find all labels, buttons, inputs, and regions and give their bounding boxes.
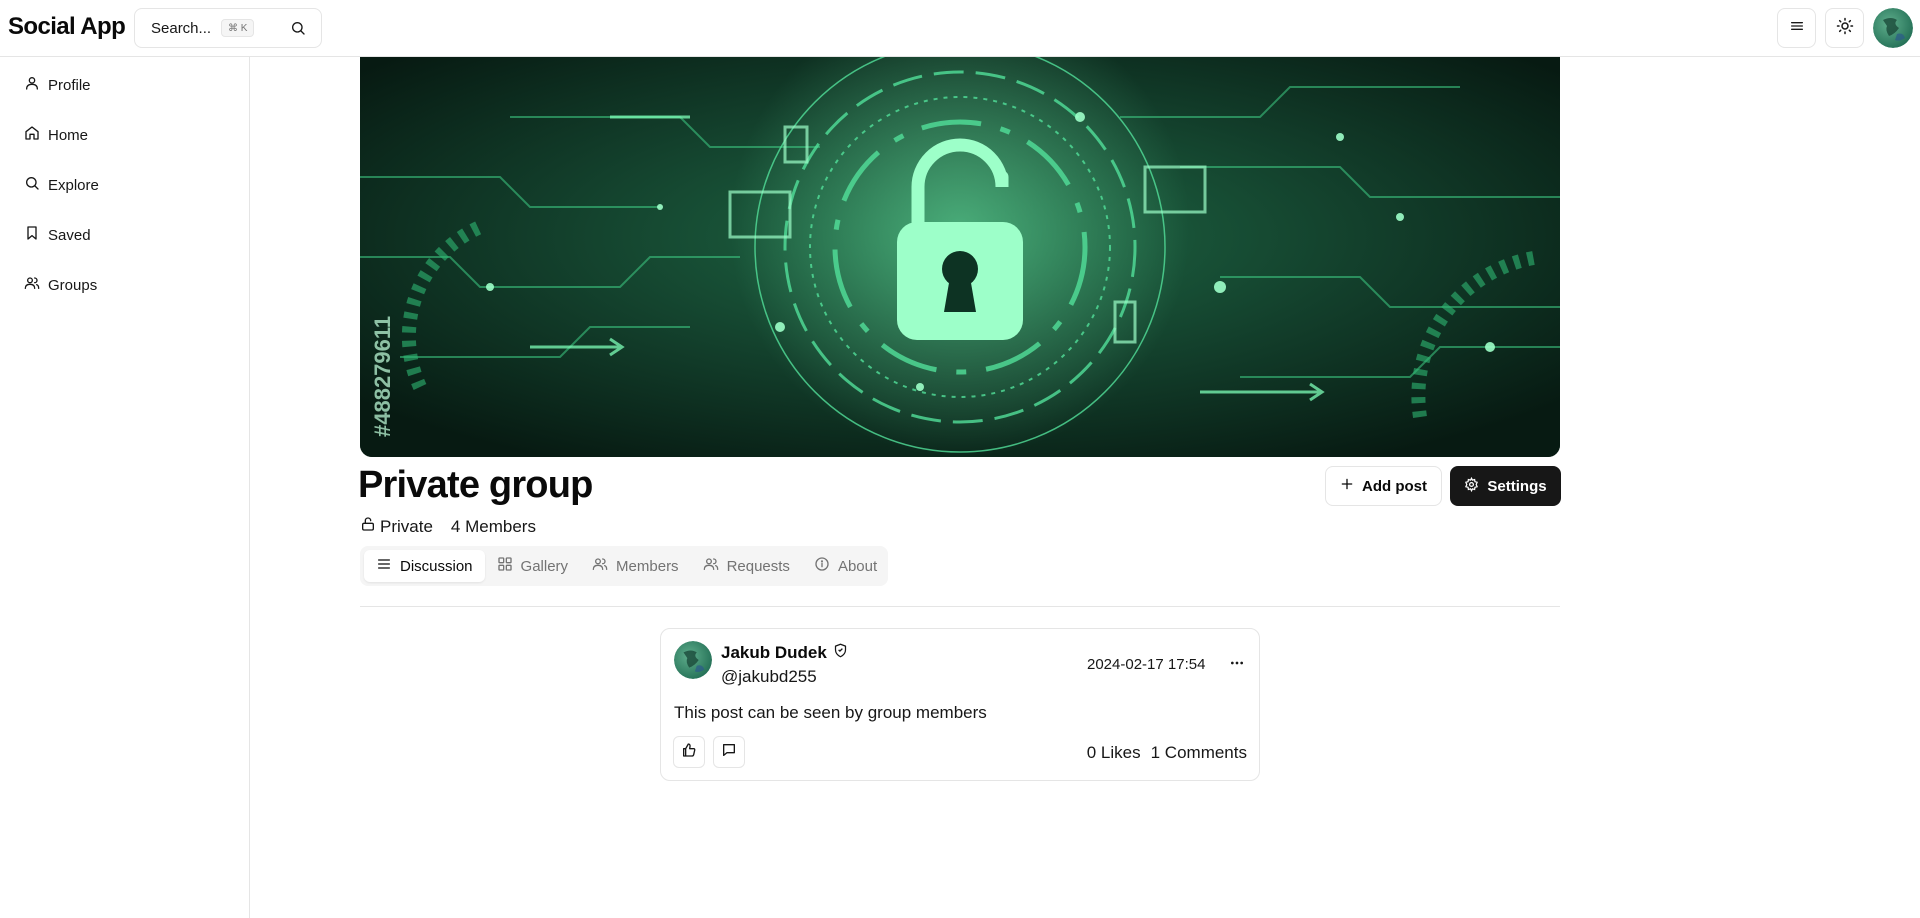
users-icon <box>703 556 727 576</box>
tab-about[interactable]: About <box>802 550 889 582</box>
search-shortcut: ⌘ K <box>221 19 255 37</box>
cover-watermark: #488279611 <box>370 316 395 437</box>
post-date: 2024-02-17 17:54 <box>1087 656 1206 673</box>
comments-count[interactable]: 1 Comments <box>1151 743 1247 763</box>
app-logo[interactable]: Social App <box>8 13 126 41</box>
thumbs-up-icon <box>681 742 697 763</box>
group-member-count[interactable]: 4 Members <box>451 517 536 537</box>
group-privacy: Private <box>380 516 433 536</box>
sidebar-item-explore[interactable]: Explore <box>16 167 236 203</box>
post-text: This post can be seen by group members <box>674 703 987 722</box>
sidebar-item-label: Saved <box>48 226 91 244</box>
likes-count[interactable]: 0 Likes <box>1087 743 1141 763</box>
list-icon <box>376 556 400 576</box>
lock-icon <box>360 516 376 537</box>
group-title: Private group <box>358 464 593 506</box>
sidebar-item-label: Explore <box>48 176 99 194</box>
add-post-button[interactable]: Add post <box>1325 466 1442 506</box>
post-card: Jakub Dudek @jakubd255 2024-02-17 17:54 … <box>660 628 1260 781</box>
more-horizontal-icon <box>1229 655 1245 676</box>
sidebar-item-label: Groups <box>48 276 98 294</box>
sidebar-item-label: Profile <box>48 76 91 94</box>
search-icon <box>24 175 48 195</box>
tab-requests[interactable]: Requests <box>691 550 802 582</box>
users-icon <box>24 275 48 295</box>
group-cover-image: #488279611 <box>360 57 1560 457</box>
post-author-avatar[interactable] <box>674 641 712 679</box>
sidebar-item-groups[interactable]: Groups <box>16 267 236 303</box>
tab-members[interactable]: Members <box>580 550 691 582</box>
post-author-handle[interactable]: @jakubd255 <box>721 667 817 687</box>
group-meta: Private 4 Members <box>360 516 536 537</box>
tab-gallery[interactable]: Gallery <box>485 550 581 582</box>
tab-label: Discussion <box>400 557 473 575</box>
plus-icon <box>1340 477 1362 495</box>
bookmark-icon <box>24 225 48 245</box>
sidebar-item-profile[interactable]: Profile <box>16 67 236 103</box>
tab-discussion[interactable]: Discussion <box>364 550 485 582</box>
sidebar: Profile Home Explore Saved Groups <box>0 57 250 918</box>
grid-icon <box>497 556 521 576</box>
sun-icon <box>1836 17 1854 40</box>
sidebar-item-saved[interactable]: Saved <box>16 217 236 253</box>
tab-label: About <box>837 557 878 575</box>
group-tabs: Discussion Gallery Members Requests Abou… <box>360 546 888 586</box>
gear-icon <box>1464 476 1487 496</box>
post-author-name[interactable]: Jakub Dudek <box>721 643 827 663</box>
post-options-button[interactable] <box>1225 655 1249 675</box>
shield-icon <box>827 643 848 663</box>
menu-icon <box>1789 18 1805 39</box>
sidebar-item-home[interactable]: Home <box>16 117 236 153</box>
sidebar-item-label: Home <box>48 126 89 144</box>
menu-button[interactable] <box>1777 8 1816 48</box>
settings-button[interactable]: Settings <box>1450 466 1561 506</box>
tab-label: Members <box>616 557 679 575</box>
tab-label: Requests <box>726 557 790 575</box>
post-author-name-row: Jakub Dudek <box>721 643 848 663</box>
home-icon <box>24 125 48 145</box>
comment-button[interactable] <box>713 736 745 768</box>
message-square-icon <box>721 742 737 763</box>
users-icon <box>592 556 616 576</box>
search-placeholder: Search... <box>151 19 212 37</box>
theme-toggle-button[interactable] <box>1825 8 1864 48</box>
tab-label: Gallery <box>520 557 569 575</box>
info-icon <box>814 556 838 576</box>
settings-label: Settings <box>1487 477 1547 495</box>
top-bar: Social App Search... ⌘ K <box>0 0 1920 57</box>
divider <box>360 606 1560 607</box>
user-icon <box>24 75 48 95</box>
add-post-label: Add post <box>1362 477 1427 495</box>
like-button[interactable] <box>673 736 705 768</box>
user-avatar[interactable] <box>1873 8 1913 48</box>
post-stats: 0 Likes 1 Comments <box>1087 743 1247 763</box>
search-input[interactable]: Search... ⌘ K <box>134 8 322 48</box>
search-icon <box>290 20 306 40</box>
